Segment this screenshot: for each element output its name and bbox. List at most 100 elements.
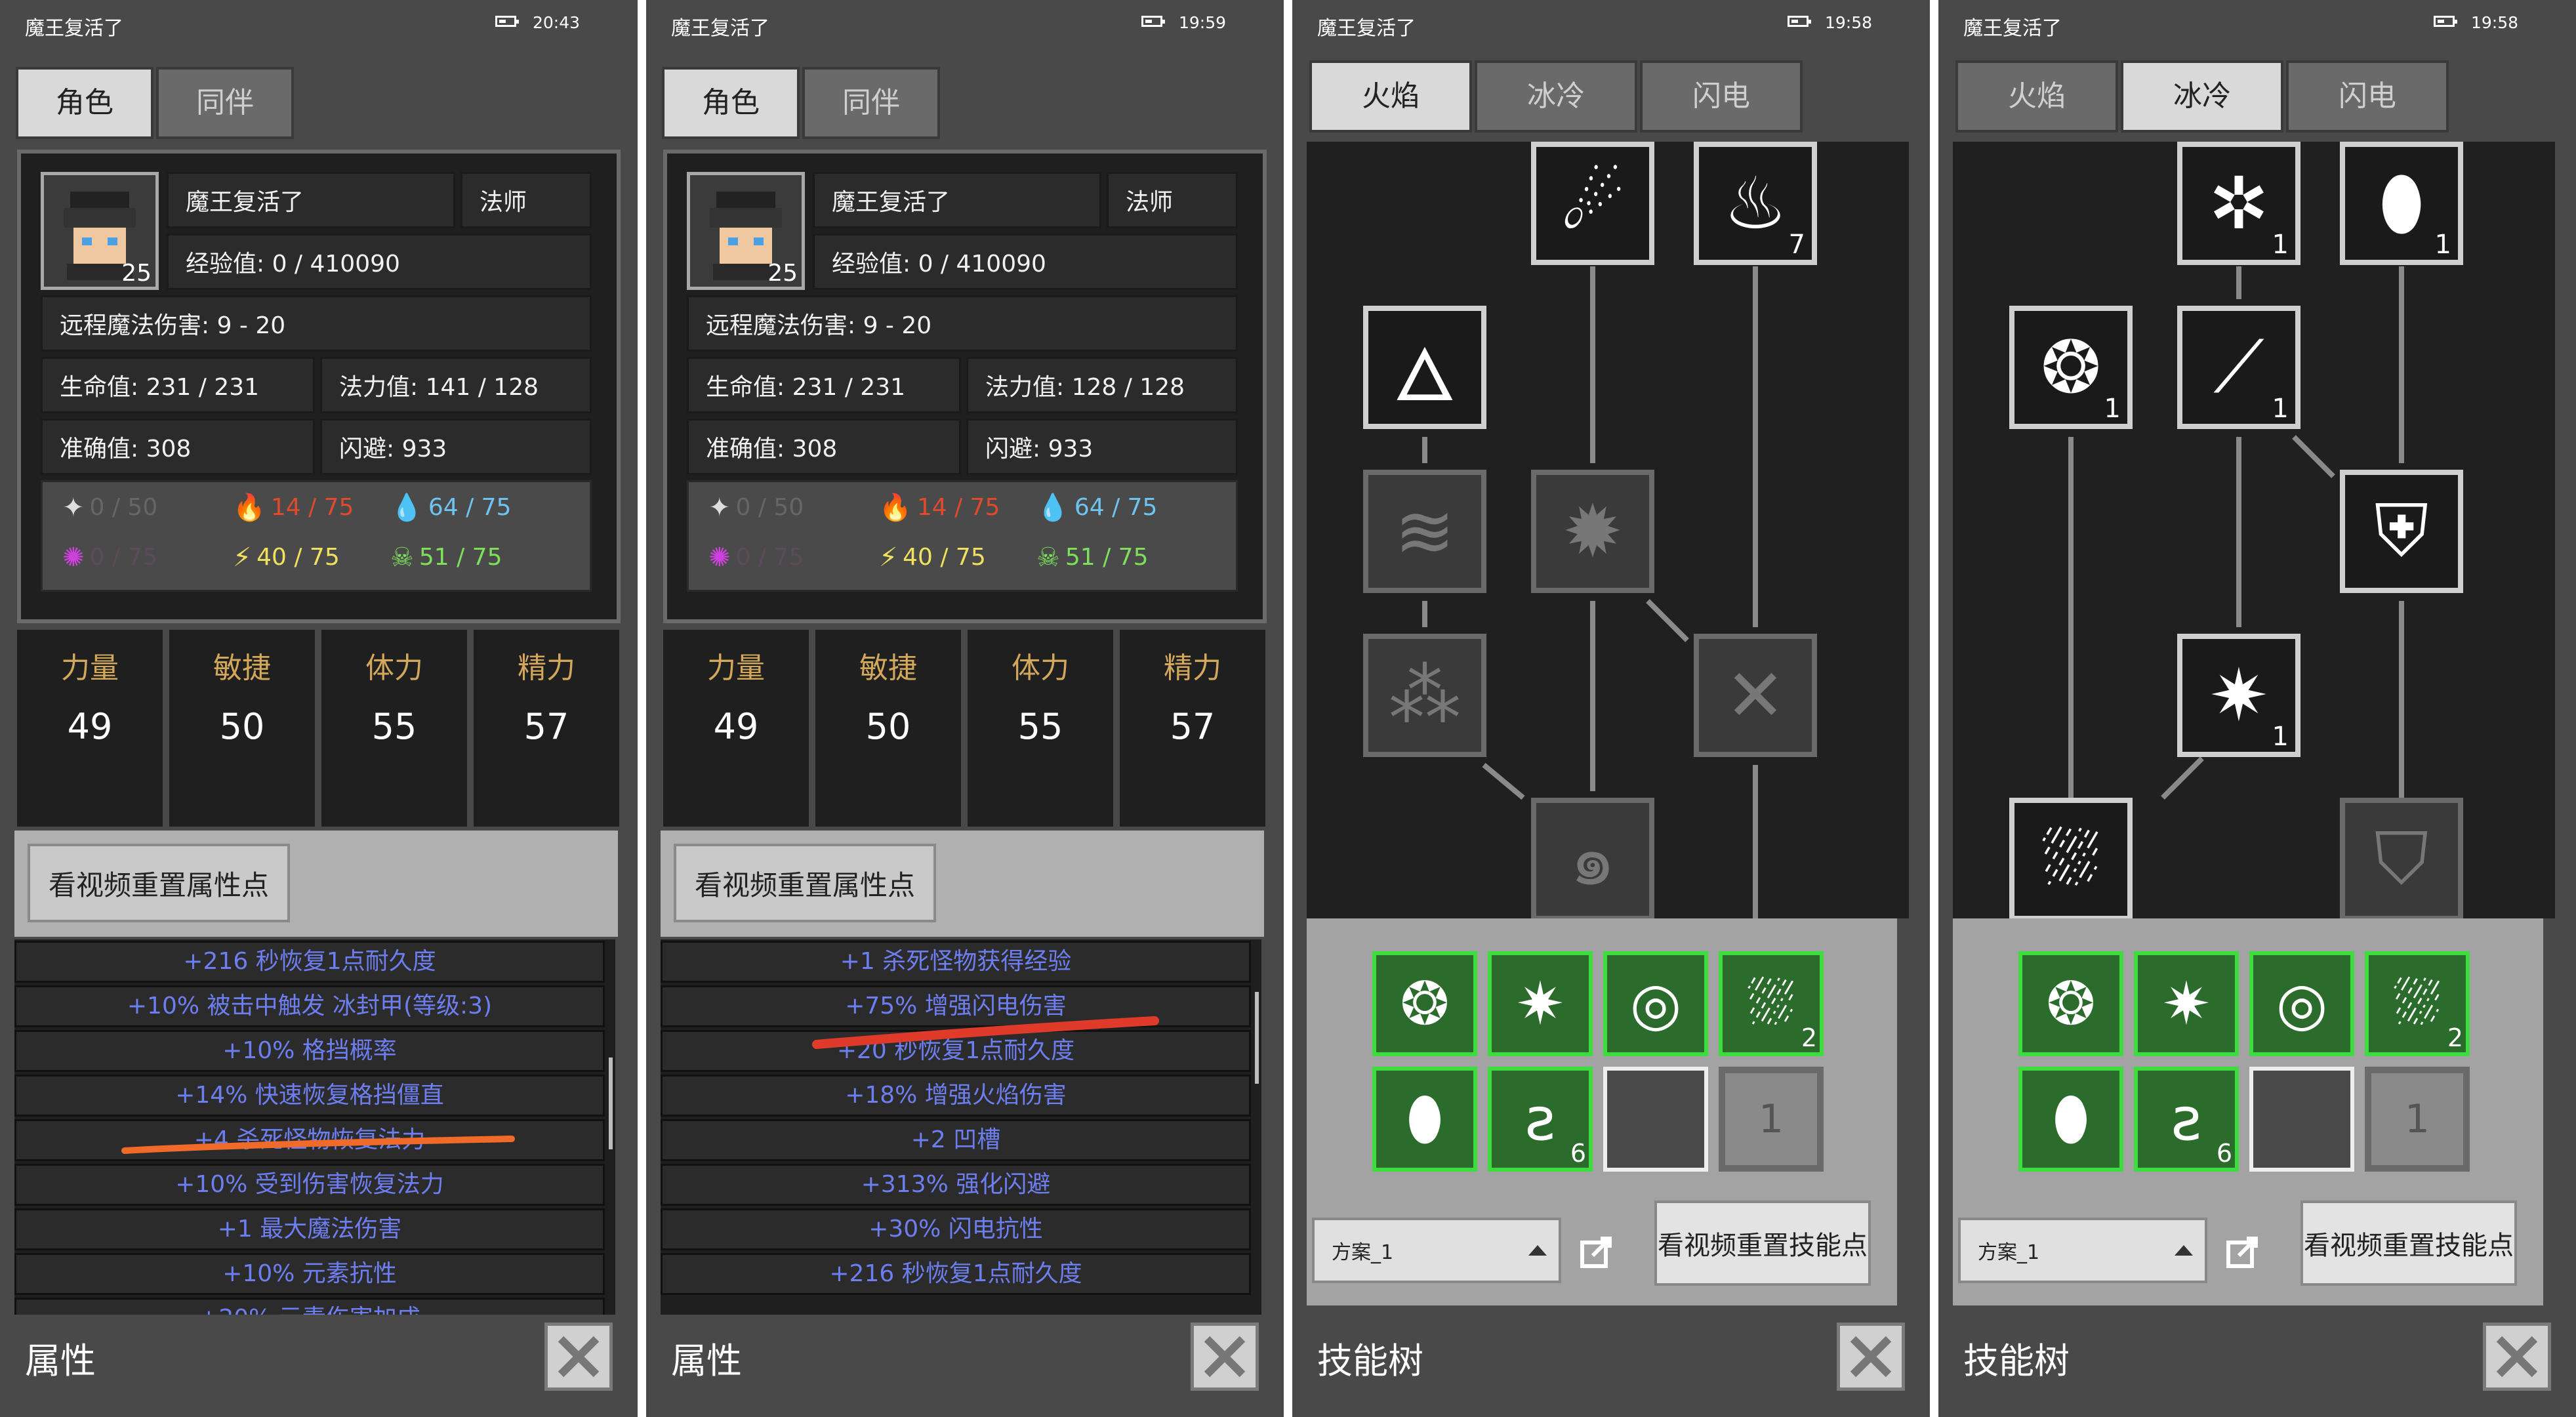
scrollbar[interactable] <box>1255 992 1259 1084</box>
skill-tree[interactable]: ✲ 1 ⬮ 1 ❂ 1 ⟋ 1 ⛨ ✷ 1 ⛆ ⛉ <box>1953 142 2555 918</box>
list-item: +10% 被击中触发 冰封甲(等级:3) <box>14 985 605 1027</box>
close-button[interactable] <box>544 1323 613 1391</box>
skill-slots: ❂ ✷ ◎ ⛆ 2 ⬮ ƨ6 1 方案_1 看视频重置技能点 <box>1953 918 2543 1305</box>
list-item: +2 凹槽 <box>661 1119 1251 1161</box>
slot-1[interactable]: ❂ <box>1372 951 1477 1056</box>
skill-ice-node-5[interactable]: ⛨ <box>2340 470 2463 593</box>
fire-vortex-icon: ๑ <box>1570 817 1616 901</box>
scrollbar[interactable] <box>609 1058 613 1149</box>
slot-empty[interactable] <box>1603 1067 1708 1172</box>
skill-tree[interactable]: ☄ ♨ 7 🜂 ≋ ✹ ⁂ ✕ ๑ <box>1307 142 1909 918</box>
character-panel-2: 魔王复活了 19:59 角色 同伴 25 魔王复活了 法师 经验值: 0 / 4… <box>646 0 1284 1417</box>
slot-locked[interactable]: 1 <box>2365 1067 2470 1172</box>
list-item: +10% 格挡概率 <box>14 1030 605 1072</box>
skill-ice-node-6[interactable]: ✷ 1 <box>2177 634 2300 757</box>
tab-ice[interactable]: 冰冷 <box>1475 60 1637 133</box>
slot-5[interactable]: ⬮ <box>2018 1067 2123 1172</box>
slot-empty[interactable] <box>2249 1067 2354 1172</box>
slot-6[interactable]: ƨ6 <box>2134 1067 2239 1172</box>
dodge-value: 闪避: 933 <box>320 419 592 475</box>
list-item: +18% 增强火焰伤害 <box>661 1075 1251 1117</box>
battery-icon <box>2434 16 2457 27</box>
character-panel-1: 魔王复活了 20:43 角色 同伴 25 魔王复活了 法师 经验值: 0 / 4… <box>0 0 638 1417</box>
sword-icon: ✦ <box>708 492 731 523</box>
close-icon <box>2496 1336 2538 1378</box>
tab-companion[interactable]: 同伴 <box>802 67 940 139</box>
status-bar: 魔王复活了 19:58 <box>1938 0 2576 46</box>
skull-icon: ☠ <box>390 542 414 573</box>
external-link-icon[interactable] <box>1578 1233 1615 1270</box>
list-item: +10% 受到伤害恢复法力 <box>14 1164 605 1206</box>
level-label: 25 <box>121 260 152 287</box>
reset-attr-button[interactable]: 看视频重置属性点 <box>674 844 936 922</box>
close-icon <box>1204 1336 1246 1378</box>
skill-ice-node-2[interactable]: ⬮ 1 <box>2340 142 2463 265</box>
skill-fire-node-3[interactable]: 🜂 <box>1363 306 1486 429</box>
reset-skill-button[interactable]: 看视频重置技能点 <box>2300 1201 2517 1286</box>
plan-select[interactable]: 方案_1 <box>1958 1218 2207 1283</box>
attr-energy: 精力 57 <box>1120 630 1265 827</box>
slot-6[interactable]: ƨ6 <box>1488 1067 1593 1172</box>
status-time: 20:43 <box>533 13 581 32</box>
res-ice: 💧 64 / 75 <box>1036 492 1158 523</box>
reset-attr-button[interactable]: 看视频重置属性点 <box>28 844 290 922</box>
skill-ice-node-7[interactable]: ⛆ <box>2009 798 2133 918</box>
res-fire: 🔥 14 / 75 <box>879 492 1000 523</box>
attr-agility: 敏捷 50 <box>815 630 961 827</box>
tab-lightning[interactable]: 闪电 <box>1640 60 1803 133</box>
frost-shield-icon: ⛉ <box>2374 817 2429 901</box>
char-class: 法师 <box>460 172 592 228</box>
tab-fire[interactable]: 火焰 <box>1955 60 2118 133</box>
slot-4[interactable]: ⛆ 2 <box>2365 951 2470 1056</box>
close-icon <box>558 1336 600 1378</box>
status-time: 19:58 <box>1825 13 1873 32</box>
skill-fire-node-7[interactable]: ✕ <box>1694 634 1817 757</box>
skill-fire-node-2[interactable]: ♨ 7 <box>1694 142 1817 265</box>
dodge-value: 闪避: 933 <box>966 419 1238 475</box>
ice-shatter-icon: ✷ <box>2161 969 2211 1038</box>
avatar: 25 <box>687 172 805 290</box>
slot-3[interactable]: ◎ <box>1603 951 1708 1056</box>
slot-2[interactable]: ✷ <box>2134 951 2239 1056</box>
plan-select[interactable]: 方案_1 <box>1312 1218 1561 1283</box>
close-button[interactable] <box>1191 1323 1259 1391</box>
slot-2[interactable]: ✷ <box>1488 951 1593 1056</box>
reset-skill-button[interactable]: 看视频重置技能点 <box>1654 1201 1871 1286</box>
tab-companion[interactable]: 同伴 <box>156 67 294 139</box>
tab-ice[interactable]: 冰冷 <box>2121 60 2283 133</box>
tab-character[interactable]: 角色 <box>662 67 800 139</box>
slot-locked[interactable]: 1 <box>1719 1067 1824 1172</box>
skill-fire-node-4[interactable]: ≋ <box>1363 470 1486 593</box>
mp-value: 法力值: 141 / 128 <box>320 357 592 413</box>
skill-fire-node-1[interactable]: ☄ <box>1531 142 1654 265</box>
skill-fire-node-6[interactable]: ⁂ <box>1363 634 1486 757</box>
skill-tree-panel-ice: 魔王复活了 19:58 火焰 冰冷 闪电 ✲ 1 ⬮ 1 ❂ 1 ⟋ 1 ⛨ ✷ 1 ⛆ … <box>1938 0 2576 1417</box>
tab-character[interactable]: 角色 <box>16 67 153 139</box>
slot-5[interactable]: ⬮ <box>1372 1067 1477 1172</box>
tab-lightning[interactable]: 闪电 <box>2286 60 2449 133</box>
skill-ice-node-1[interactable]: ✲ 1 <box>2177 142 2300 265</box>
status-title: 魔王复活了 <box>1317 17 1416 40</box>
bonus-list[interactable]: +216 秒恢复1点耐久度 +10% 被击中触发 冰封甲(等级:3) +10% … <box>14 939 615 1315</box>
skill-ice-node-3[interactable]: ❂ 1 <box>2009 306 2133 429</box>
slot-4[interactable]: ⛆ 2 <box>1719 951 1824 1056</box>
bonus-list[interactable]: +1 杀死怪物获得经验 +75% 增强闪电伤害 +20 秒恢复1点耐久度 +18… <box>661 939 1261 1315</box>
tab-fire[interactable]: 火焰 <box>1309 60 1472 133</box>
ice-shield-icon: ⬮ <box>1406 1084 1444 1153</box>
res-poison: ☠ 51 / 75 <box>390 542 502 573</box>
close-button[interactable] <box>2483 1323 2551 1391</box>
slot-3[interactable]: ◎ <box>2249 951 2354 1056</box>
close-button[interactable] <box>1837 1323 1905 1391</box>
ice-shatter-icon: ✷ <box>1515 969 1565 1038</box>
page-title: 技能树 <box>1963 1340 2070 1382</box>
skill-ice-node-8[interactable]: ⛉ <box>2340 798 2463 918</box>
skill-fire-node-8[interactable]: ๑ <box>1531 798 1654 918</box>
external-link-icon[interactable] <box>2224 1233 2261 1270</box>
fire-wave-icon: ≋ <box>1394 489 1456 573</box>
skill-ice-node-4[interactable]: ⟋ 1 <box>2177 306 2300 429</box>
skill-fire-node-5[interactable]: ✹ <box>1531 470 1654 593</box>
attr-strength: 力量 49 <box>17 630 163 827</box>
slot-1[interactable]: ❂ <box>2018 951 2123 1056</box>
res-magic: ✺ 0 / 75 <box>708 542 804 573</box>
attr-energy: 精力 57 <box>474 630 619 827</box>
